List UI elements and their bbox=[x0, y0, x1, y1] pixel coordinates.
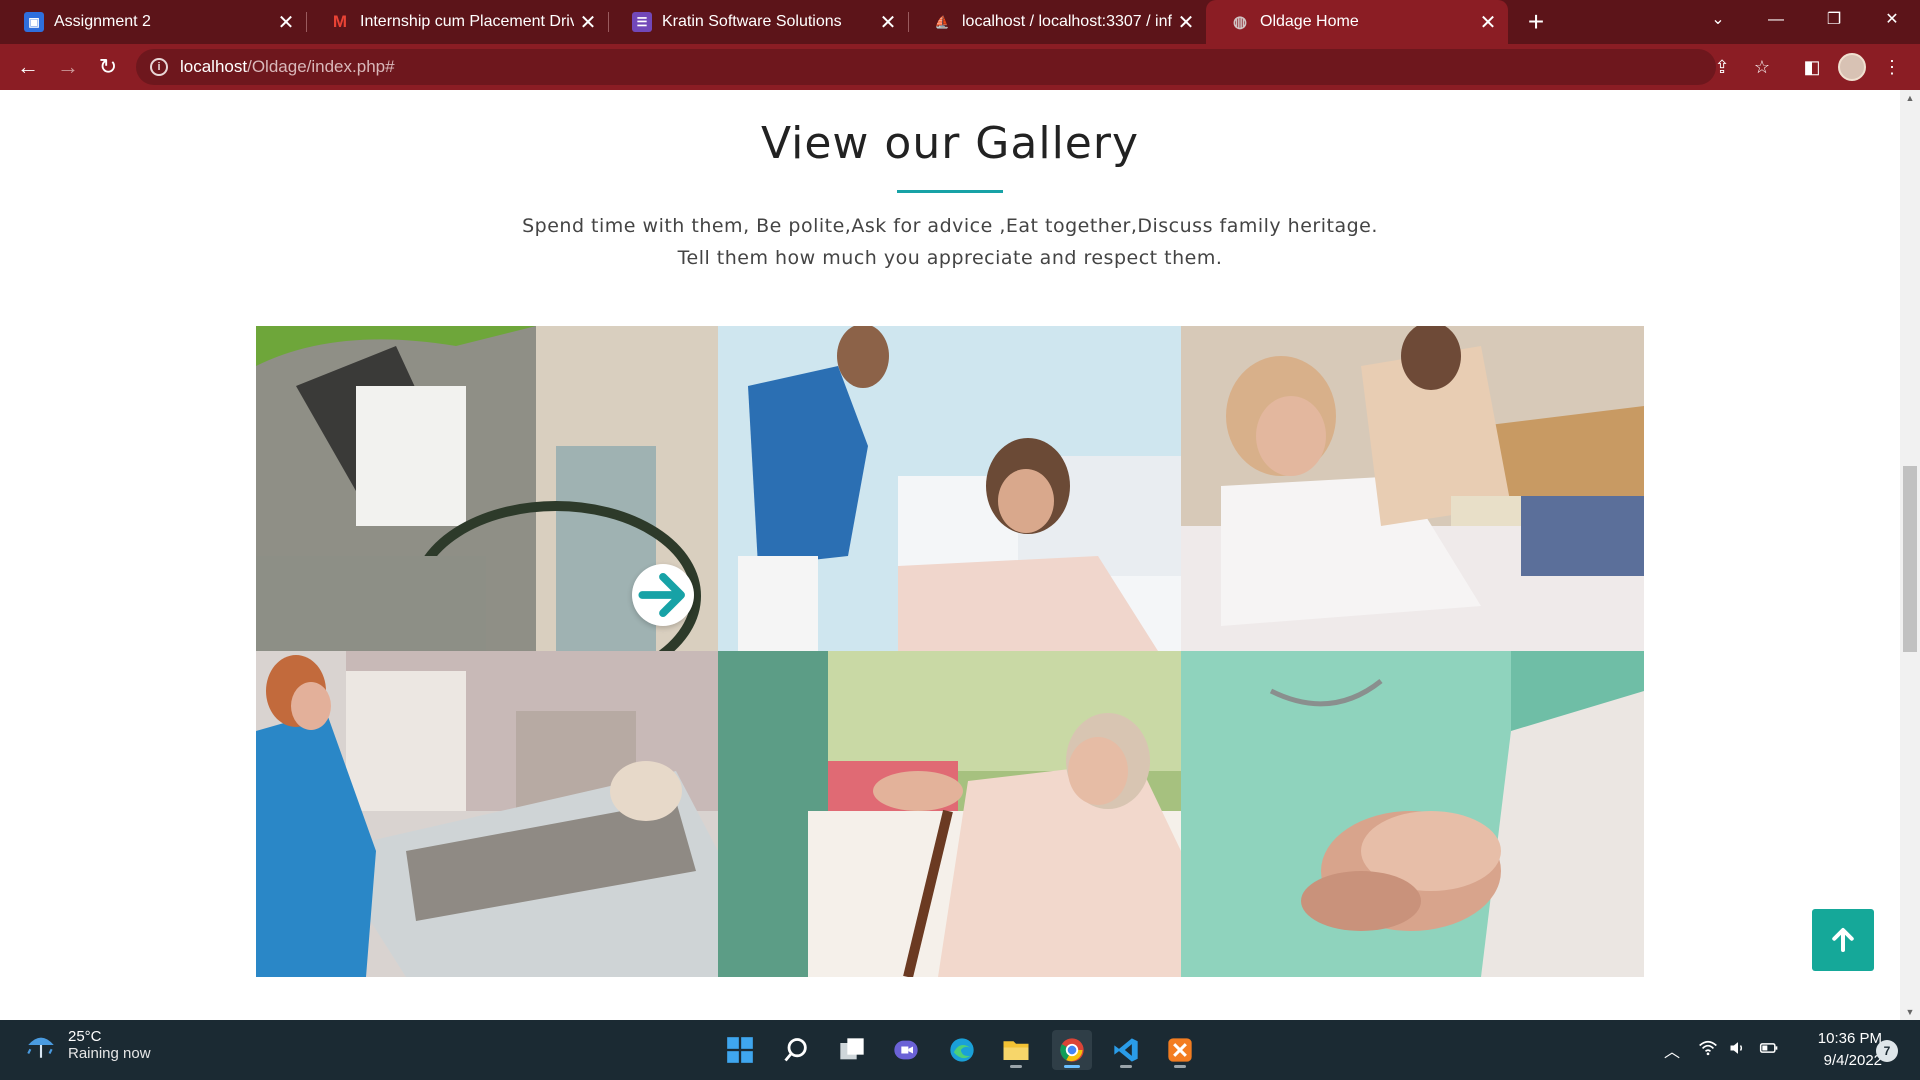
close-icon[interactable]: ✕ bbox=[272, 10, 300, 35]
tab-title: Oldage Home bbox=[1260, 13, 1359, 30]
chrome-button[interactable] bbox=[1052, 1030, 1092, 1070]
task-view-button[interactable] bbox=[832, 1030, 872, 1070]
notification-badge[interactable]: 7 bbox=[1876, 1040, 1898, 1062]
xampp-button[interactable] bbox=[1160, 1030, 1200, 1070]
clock-date: 9/4/2022 bbox=[1823, 1052, 1882, 1069]
close-icon[interactable]: ✕ bbox=[1474, 10, 1502, 35]
task-view-icon bbox=[840, 1038, 864, 1060]
minimize-button[interactable]: — bbox=[1748, 0, 1804, 40]
restore-button[interactable]: ❐ bbox=[1806, 0, 1862, 40]
phpmyadmin-icon: ⛵ bbox=[934, 15, 950, 29]
gallery-grid bbox=[256, 326, 1644, 977]
tab-title: Kratin Software Solutions bbox=[662, 13, 842, 30]
forward-button[interactable]: → bbox=[52, 51, 84, 83]
edge-button[interactable] bbox=[942, 1030, 982, 1070]
gallery-image-hospital-bed[interactable] bbox=[256, 651, 718, 977]
search-icon bbox=[784, 1038, 807, 1062]
taskbar: 25°C Raining now ︿ 10:36 PM 9/4/2022 7 bbox=[0, 1020, 1920, 1080]
forms-icon: ☰ bbox=[632, 12, 652, 32]
xampp-icon bbox=[1168, 1038, 1192, 1062]
page-content: View our Gallery Spend time with them, B… bbox=[0, 90, 1900, 1020]
tab-title: Internship cum Placement Drive- bbox=[360, 13, 574, 30]
tab-gmail[interactable]: M Internship cum Placement Drive- ✕ bbox=[306, 0, 608, 44]
weather-widget[interactable]: 25°C Raining now bbox=[24, 1028, 151, 1062]
close-icon[interactable]: ✕ bbox=[874, 10, 902, 35]
tab-oldage-home[interactable]: ◍ Oldage Home ✕ bbox=[1206, 0, 1508, 44]
clock[interactable]: 10:36 PM 9/4/2022 bbox=[1790, 1028, 1882, 1072]
tab-forms[interactable]: ☰ Kratin Software Solutions ✕ bbox=[608, 0, 908, 44]
close-icon[interactable]: ✕ bbox=[574, 10, 602, 35]
back-button[interactable]: ← bbox=[12, 51, 44, 83]
gallery-subtitle-line1: Spend time with them, Be polite,Ask for … bbox=[522, 215, 1378, 237]
edge-icon bbox=[950, 1038, 974, 1062]
gallery-subtitle-line2: Tell them how much you appreciate and re… bbox=[677, 247, 1223, 269]
battery-icon[interactable] bbox=[1758, 1038, 1780, 1063]
menu-icon[interactable]: ⋮ bbox=[1878, 53, 1906, 81]
folder-icon bbox=[1003, 1041, 1029, 1060]
volume-icon[interactable] bbox=[1728, 1038, 1748, 1063]
close-icon[interactable]: ✕ bbox=[1172, 10, 1200, 35]
title-underline bbox=[897, 190, 1003, 193]
vscode-button[interactable] bbox=[1106, 1030, 1146, 1070]
gallery-image-hands[interactable] bbox=[1181, 651, 1644, 977]
classroom-icon: ▣ bbox=[24, 12, 44, 32]
search-button[interactable] bbox=[776, 1030, 816, 1070]
scroll-up-icon[interactable]: ▲ bbox=[1900, 90, 1920, 106]
show-hidden-icons-button[interactable]: ︿ bbox=[1664, 1038, 1680, 1062]
scroll-to-top-button[interactable] bbox=[1812, 909, 1874, 971]
avatar[interactable] bbox=[1838, 53, 1866, 81]
reload-button[interactable]: ↻ bbox=[92, 51, 124, 83]
gallery-image-cane[interactable] bbox=[718, 651, 1181, 977]
arrow-right-icon bbox=[638, 573, 685, 617]
tab-title: localhost / localhost:3307 / info / bbox=[962, 13, 1172, 30]
wifi-icon[interactable] bbox=[1698, 1038, 1718, 1063]
side-panel-icon[interactable]: ◧ bbox=[1798, 53, 1826, 81]
url-text: localhost/Oldage/index.php# bbox=[180, 57, 395, 76]
gallery-image-reading[interactable] bbox=[1181, 326, 1644, 651]
vscode-icon bbox=[1114, 1038, 1138, 1062]
close-window-button[interactable]: ✕ bbox=[1864, 0, 1920, 40]
next-arrow-button[interactable] bbox=[632, 564, 694, 626]
file-explorer-button[interactable] bbox=[996, 1030, 1036, 1070]
teams-chat-icon bbox=[894, 1040, 918, 1060]
tab-title: Assignment 2 bbox=[54, 13, 151, 30]
weather-temperature: 25°C bbox=[68, 1028, 102, 1045]
arrow-up-icon bbox=[1832, 928, 1854, 952]
globe-icon: ◍ bbox=[1233, 14, 1247, 31]
page-scrollbar[interactable]: ▲ ▼ bbox=[1900, 90, 1920, 1020]
gallery-image-wheelchair[interactable] bbox=[256, 326, 718, 651]
tab-assignment[interactable]: ▣ Assignment 2 ✕ bbox=[0, 0, 306, 44]
tab-strip: ▣ Assignment 2 ✕ M Internship cum Placem… bbox=[0, 0, 1920, 44]
windows-icon bbox=[727, 1037, 753, 1063]
rain-icon bbox=[27, 1037, 54, 1058]
tab-phpmyadmin[interactable]: ⛵ localhost / localhost:3307 / info / ✕ bbox=[908, 0, 1206, 44]
scroll-down-icon[interactable]: ▼ bbox=[1900, 1004, 1920, 1020]
start-button[interactable] bbox=[720, 1030, 760, 1070]
weather-condition: Raining now bbox=[68, 1045, 151, 1062]
bookmark-star-icon[interactable]: ☆ bbox=[1748, 53, 1776, 81]
share-icon[interactable]: ⇪ bbox=[1708, 53, 1736, 81]
gmail-icon: M bbox=[332, 12, 348, 31]
toolbar: ← → ↻ i localhost/Oldage/index.php# ⇪ ☆ … bbox=[0, 44, 1920, 90]
scrollbar-thumb[interactable] bbox=[1903, 466, 1917, 652]
page-title: View our Gallery bbox=[761, 118, 1139, 169]
clock-time: 10:36 PM bbox=[1817, 1030, 1882, 1047]
chrome-icon bbox=[1060, 1038, 1084, 1062]
running-indicator bbox=[1010, 1065, 1022, 1068]
site-info-icon[interactable]: i bbox=[150, 58, 168, 76]
running-indicator bbox=[1174, 1065, 1186, 1068]
running-indicator bbox=[1120, 1065, 1132, 1068]
running-indicator bbox=[1064, 1065, 1080, 1068]
gallery-image-nurse-bed[interactable] bbox=[718, 326, 1181, 651]
new-tab-button[interactable]: + bbox=[1518, 4, 1554, 40]
tab-search-icon[interactable]: ⌄ bbox=[1690, 0, 1746, 40]
teams-chat-button[interactable] bbox=[886, 1030, 926, 1070]
address-bar[interactable]: i localhost/Oldage/index.php# bbox=[136, 49, 1716, 85]
